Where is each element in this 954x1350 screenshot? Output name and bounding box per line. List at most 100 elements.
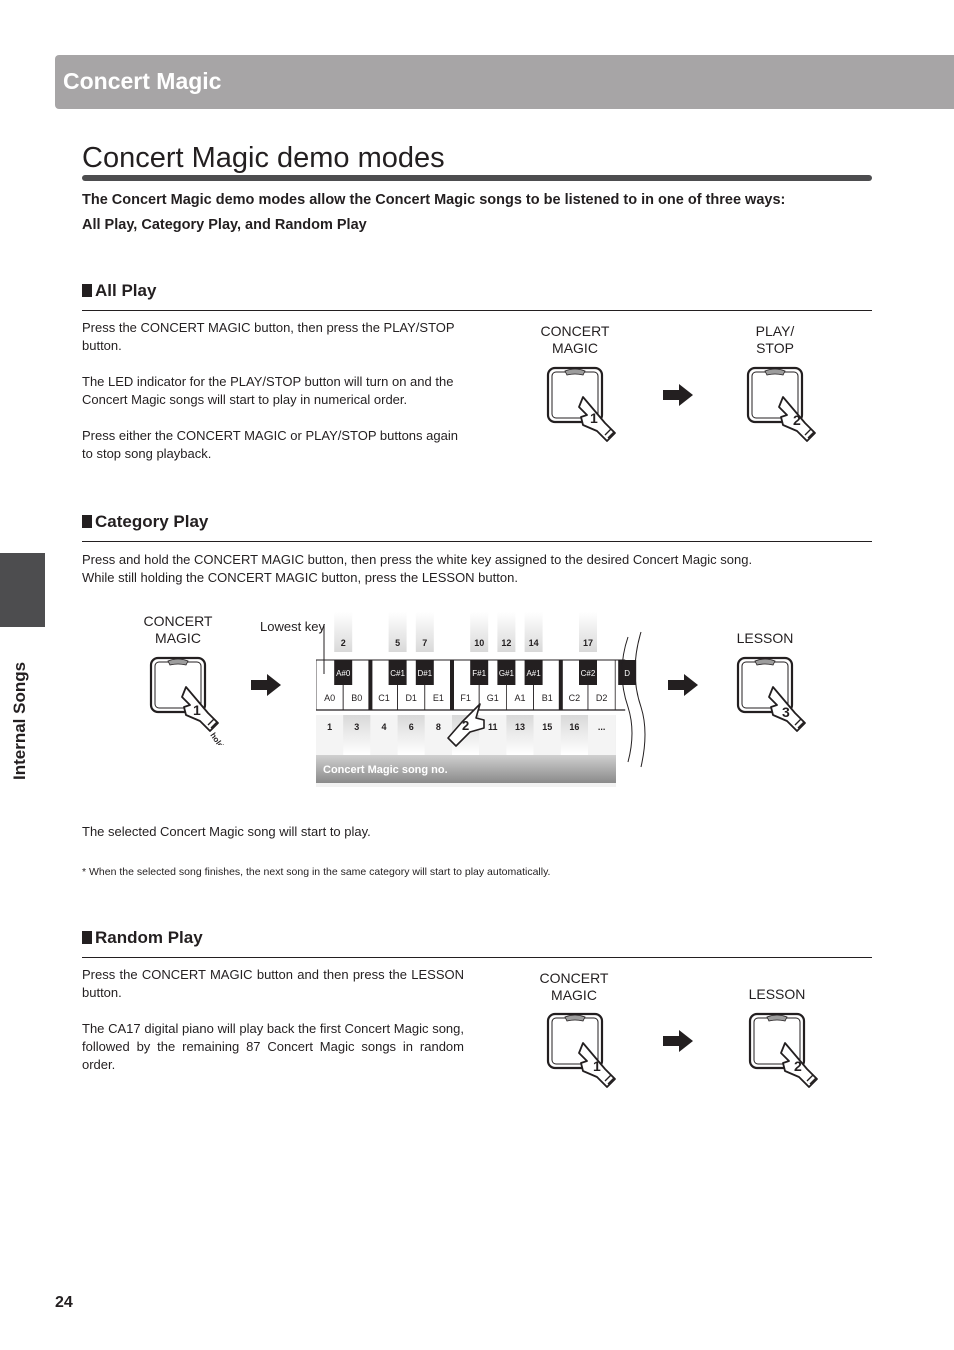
step-number: 2 [794, 1058, 802, 1074]
black-key-song-number: 14 [529, 638, 539, 648]
song-number-caption: Concert Magic song no. [323, 764, 448, 776]
step-number: 1 [193, 702, 201, 718]
black-key-note: C#2 [581, 669, 596, 678]
black-key-song-number: 5 [395, 638, 400, 648]
white-key-note: D2 [596, 693, 608, 703]
arrow-right-icon [663, 384, 693, 406]
step-number: 2 [793, 412, 801, 428]
section-heading-all-play: All Play [82, 281, 156, 301]
lesson-button-pressed-icon: 3 [736, 656, 806, 732]
white-key-song-number: 4 [381, 722, 386, 732]
black-key-song-number: 7 [422, 638, 427, 648]
black-key-note: F#1 [472, 669, 486, 678]
title-rule [82, 175, 872, 181]
intro-text: The Concert Magic demo modes allow the C… [82, 188, 872, 238]
lesson-button-pressed-icon: 2 [748, 1012, 818, 1088]
white-key-note: G1 [487, 693, 499, 703]
label-line: CONCERT [143, 613, 213, 629]
heading-square-icon [82, 515, 92, 528]
heading-text: Random Play [95, 928, 203, 947]
white-key-song-cell [560, 715, 588, 755]
paragraph: While still holding the CONCERT MAGIC bu… [82, 570, 518, 585]
side-tab-marker [0, 553, 45, 627]
break-mark [634, 631, 646, 768]
white-key-song-cell [533, 715, 561, 755]
section-heading-random-play: Random Play [82, 928, 203, 948]
label-line: STOP [756, 340, 794, 356]
white-key-note: B0 [351, 693, 362, 703]
concert-magic-button-pressed-icon: 1 [546, 366, 616, 442]
label-line: CONCERT [539, 970, 609, 986]
paragraph: The CA17 digital piano will play back th… [82, 1021, 464, 1072]
octave-divider [558, 660, 563, 710]
step-number: 3 [782, 704, 790, 720]
white-key-song-number: 16 [569, 722, 579, 732]
heading-square-icon [82, 931, 92, 944]
hold-label: hold [208, 731, 225, 745]
white-key-song-cell [588, 715, 616, 755]
concert-magic-label: CONCERT MAGIC [539, 970, 609, 1004]
side-tab-label: Internal Songs [10, 661, 29, 780]
play-stop-label: PLAY/ STOP [740, 323, 810, 357]
section-heading-category-play: Category Play [82, 512, 208, 532]
break-mark [621, 636, 633, 763]
black-key-song-number: 12 [501, 638, 511, 648]
white-key-song-number: 8 [436, 722, 441, 732]
section-rule [82, 310, 872, 311]
white-key-song-number: 3 [354, 722, 359, 732]
white-key-note: A0 [324, 693, 335, 703]
white-key-note: C1 [378, 693, 390, 703]
concert-magic-label: CONCERT MAGIC [143, 613, 213, 647]
paragraph: Press the CONCERT MAGIC button, then pre… [82, 320, 455, 353]
black-key-song-number: 10 [474, 638, 484, 648]
paragraph: Press either the CONCERT MAGIC or PLAY/S… [82, 428, 458, 461]
page-title: Concert Magic demo modes [82, 142, 445, 174]
heading-square-icon [82, 284, 92, 297]
octave-divider [368, 660, 373, 710]
section-rule [82, 957, 872, 958]
label-line: MAGIC [155, 630, 201, 646]
white-key-note: B1 [542, 693, 553, 703]
black-key-note: C#1 [390, 669, 405, 678]
black-key-note: A#0 [336, 669, 351, 678]
white-key-song-cell [397, 715, 425, 755]
keyboard-diagram: 13468911131516...Concert Magic song no.A… [316, 612, 646, 787]
step-number: 2 [462, 718, 469, 733]
all-play-text: Press the CONCERT MAGIC button, then pre… [82, 319, 464, 481]
random-play-text: Press the CONCERT MAGIC button and then … [82, 966, 464, 1092]
black-key-song-number: 2 [341, 638, 346, 648]
white-key-song-number: 13 [515, 722, 525, 732]
black-key-song-number: 17 [583, 638, 593, 648]
paragraph: The LED indicator for the PLAY/STOP butt… [82, 374, 454, 407]
step-number: 1 [590, 410, 598, 426]
intro-line-2: All Play, Category Play, and Random Play [82, 217, 367, 233]
category-play-text: Press and hold the CONCERT MAGIC button,… [82, 551, 872, 587]
black-key-note: D#1 [417, 669, 432, 678]
white-key-song-number: ... [598, 722, 606, 732]
black-key-note: A#1 [526, 669, 541, 678]
white-key-note: D1 [405, 693, 417, 703]
label-line: MAGIC [552, 340, 598, 356]
white-key-song-number: 15 [542, 722, 552, 732]
concert-magic-label: CONCERT MAGIC [540, 323, 610, 357]
play-stop-button-pressed-icon: 2 [746, 366, 816, 442]
black-key-note: D [624, 669, 630, 678]
chapter-header: Concert Magic [55, 55, 954, 109]
white-key-song-cell [506, 715, 534, 755]
step-number: 1 [593, 1058, 601, 1074]
heading-text: Category Play [95, 512, 209, 531]
white-key-note: E1 [433, 693, 444, 703]
arrow-right-icon [668, 674, 698, 696]
label-line: MAGIC [551, 987, 597, 1003]
lesson-label: LESSON [748, 986, 806, 1002]
white-key-song-cell [343, 715, 371, 755]
category-result-text: The selected Concert Magic song will sta… [82, 824, 371, 839]
white-key-song-number: 11 [488, 722, 498, 732]
concert-magic-button-hold-icon: 1 hold [149, 656, 225, 745]
white-key-song-cell [370, 715, 398, 755]
arrow-right-icon [663, 1030, 693, 1052]
white-key-note: C2 [569, 693, 581, 703]
paragraph: Press the CONCERT MAGIC button and then … [82, 967, 464, 1000]
arrow-right-icon [251, 674, 281, 696]
concert-magic-button-pressed-icon: 1 [546, 1012, 616, 1088]
